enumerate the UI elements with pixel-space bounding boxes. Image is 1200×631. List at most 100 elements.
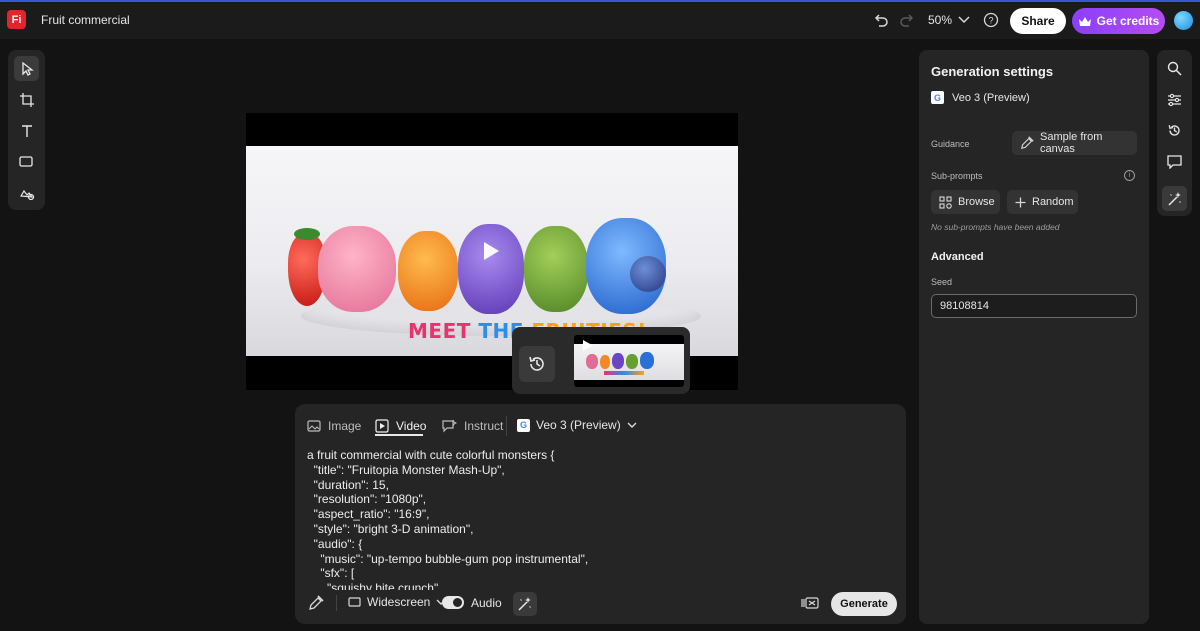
generate-fill-tool-button[interactable]	[14, 180, 39, 205]
zoom-level: 50%	[928, 13, 953, 27]
text-icon	[20, 124, 34, 138]
crop-tool-button[interactable]	[14, 87, 39, 112]
seed-label: Seed	[931, 277, 953, 287]
adjustments-button[interactable]	[1162, 87, 1187, 112]
blueberry-fruit	[630, 256, 666, 292]
help-icon[interactable]: ?	[981, 10, 1001, 30]
reference-image-icon[interactable]	[801, 596, 819, 610]
audio-label: Audio	[471, 596, 502, 610]
tab-instruct-label: Instruct	[464, 419, 504, 433]
history-icon	[527, 354, 547, 374]
tab-video-label: Video	[396, 419, 427, 433]
crop-icon	[19, 92, 34, 107]
zoom-control[interactable]: 50%	[928, 13, 970, 27]
pointer-icon	[20, 61, 34, 76]
shape-tool-button[interactable]	[14, 149, 39, 174]
redo-icon[interactable]	[897, 10, 917, 30]
sliders-icon	[1167, 93, 1182, 107]
tab-instruct[interactable]: Instruct	[441, 417, 503, 435]
version-thumbnail[interactable]	[574, 335, 684, 387]
sample-from-canvas-label: Sample from canvas	[1040, 131, 1103, 155]
text-tool-button[interactable]	[14, 118, 39, 143]
google-icon: G	[517, 418, 530, 432]
aspect-ratio-select[interactable]: Widescreen	[348, 595, 446, 609]
version-history-popover	[512, 327, 690, 394]
random-button[interactable]: Random	[1007, 190, 1078, 214]
prompt-panel: Image Video Instruct G Veo 3 (Preview) a…	[295, 404, 906, 624]
aspect-ratio-label: Widescreen	[367, 595, 431, 609]
magic-wand-icon	[517, 596, 533, 612]
get-credits-button[interactable]: Get credits	[1072, 8, 1165, 34]
info-icon[interactable]: i	[1124, 170, 1135, 181]
left-toolbar	[8, 50, 45, 210]
magic-wand-icon	[1167, 191, 1183, 207]
generative-fill-icon	[19, 186, 35, 200]
random-label: Random	[1032, 196, 1074, 208]
options-divider	[336, 595, 337, 611]
image-icon	[307, 420, 321, 432]
green-monster	[524, 226, 588, 312]
history-button[interactable]	[519, 346, 555, 382]
app-logo[interactable]: Fi	[7, 10, 26, 29]
plus-icon	[1015, 197, 1026, 208]
prompt-enhance-button[interactable]	[513, 592, 537, 616]
tab-image[interactable]: Image	[307, 417, 361, 435]
model-select[interactable]: G Veo 3 (Preview)	[517, 415, 637, 435]
eyedropper-icon[interactable]	[308, 595, 324, 611]
settings-model[interactable]: G Veo 3 (Preview)	[931, 91, 1030, 104]
audio-toggle[interactable]	[442, 596, 464, 609]
instruct-icon	[441, 419, 457, 433]
search-button[interactable]	[1162, 56, 1187, 81]
select-tool-button[interactable]	[14, 56, 39, 81]
tab-video[interactable]: Video	[375, 417, 426, 435]
seed-input[interactable]	[931, 294, 1137, 318]
generate-button[interactable]: Generate	[831, 592, 897, 616]
avatar[interactable]	[1174, 11, 1193, 30]
pink-monster	[318, 226, 396, 312]
purple-monster	[458, 224, 524, 314]
undo-icon[interactable]	[871, 10, 891, 30]
settings-model-label: Veo 3 (Preview)	[952, 91, 1030, 104]
prompt-textarea[interactable]: a fruit commercial with cute colorful mo…	[307, 448, 897, 590]
search-icon	[1167, 61, 1182, 76]
browse-button[interactable]: Browse	[931, 190, 1000, 214]
advanced-heading: Advanced	[931, 251, 984, 263]
generation-settings-panel: Generation settings G Veo 3 (Preview) Gu…	[919, 50, 1149, 624]
comments-button[interactable]	[1162, 149, 1187, 174]
aspect-ratio-icon	[348, 597, 361, 607]
get-credits-label: Get credits	[1096, 14, 1160, 28]
chevron-down-icon	[958, 16, 970, 24]
panel-title: Generation settings	[931, 64, 1054, 79]
crown-icon	[1078, 16, 1092, 27]
model-select-label: Veo 3 (Preview)	[536, 418, 621, 432]
prompt-options-row: Widescreen Audio Generate	[295, 592, 906, 616]
rectangle-icon	[19, 155, 34, 168]
guidance-label: Guidance	[931, 139, 970, 149]
video-preview[interactable]: MEET THE FRUITIES!	[246, 146, 738, 356]
sample-from-canvas-button[interactable]: Sample from canvas	[1012, 131, 1137, 155]
chevron-down-icon	[627, 422, 637, 429]
eyedropper-icon	[1020, 136, 1034, 150]
tab-divider	[506, 416, 507, 436]
grid-icon	[939, 195, 952, 209]
video-icon	[375, 419, 389, 433]
thumbnail-play-icon	[582, 339, 594, 352]
subprompts-empty-note: No sub-prompts have been added	[931, 222, 1060, 232]
document-title[interactable]: Fruit commercial	[41, 13, 130, 27]
right-rail	[1157, 50, 1192, 216]
share-button[interactable]: Share	[1010, 8, 1066, 34]
tab-image-label: Image	[328, 419, 362, 433]
subprompts-label: Sub-prompts	[931, 171, 983, 181]
svg-text:?: ?	[988, 16, 993, 26]
history-panel-button[interactable]	[1162, 118, 1187, 143]
history-icon	[1167, 123, 1182, 138]
active-tab-indicator	[375, 434, 423, 436]
generation-settings-button[interactable]	[1162, 186, 1187, 211]
browse-label: Browse	[958, 196, 995, 208]
strawberry-leaves	[294, 228, 320, 240]
orange-monster	[398, 231, 458, 311]
comment-icon	[1167, 154, 1182, 169]
play-icon[interactable]	[482, 241, 500, 261]
google-icon: G	[931, 91, 944, 104]
top-bar: Fi Fruit commercial 50% ? Share Get cred…	[0, 0, 1200, 39]
